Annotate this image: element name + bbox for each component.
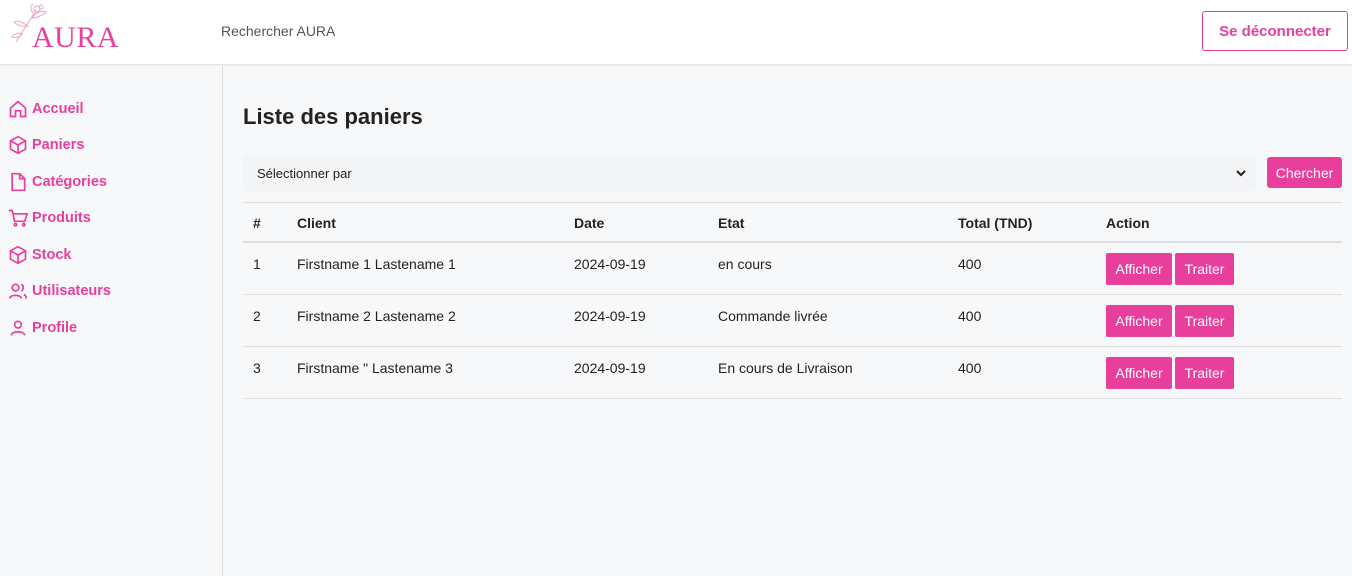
table-header: # Client Date Etat Total (TND) Action: [243, 202, 1342, 243]
file-icon: [11, 172, 26, 192]
filter-select[interactable]: Sélectionner par: [243, 155, 1256, 191]
users-icon: [8, 283, 28, 299]
sidebar-item-label: Stock: [32, 247, 72, 263]
cart-icon: [8, 209, 28, 227]
cell-date: 2024-09-19: [574, 360, 646, 376]
sidebar-item-produits[interactable]: Produits: [8, 206, 91, 230]
table-row: 3 Firstname " Lastename 3 2024-09-19 En …: [243, 347, 1342, 399]
process-button[interactable]: Traiter: [1175, 305, 1234, 337]
column-header-date: Date: [574, 215, 605, 231]
sidebar-item-label: Paniers: [32, 137, 85, 153]
sidebar-item-label: Produits: [32, 210, 91, 226]
carts-table: # Client Date Etat Total (TND) Action 1 …: [243, 202, 1342, 399]
sidebar-item-label: Catégories: [32, 174, 107, 190]
column-header-client: Client: [297, 215, 336, 231]
cell-total: 400: [958, 256, 982, 272]
box-icon: [9, 135, 27, 155]
cell-date: 2024-09-19: [574, 256, 646, 272]
cell-client: Firstname 2 Lastename 2: [297, 308, 456, 324]
process-button[interactable]: Traiter: [1175, 253, 1234, 285]
table-row: 2 Firstname 2 Lastename 2 2024-09-19 Com…: [243, 295, 1342, 347]
search-button[interactable]: Chercher: [1267, 157, 1342, 188]
column-header-num: #: [253, 215, 261, 231]
sidebar-item-categories[interactable]: Catégories: [8, 170, 107, 194]
box-icon: [9, 245, 27, 265]
sidebar-item-stock[interactable]: Stock: [8, 243, 72, 267]
view-button[interactable]: Afficher: [1106, 357, 1172, 389]
cell-etat: en cours: [718, 256, 772, 272]
cell-num: 3: [253, 360, 261, 376]
logout-button[interactable]: Se déconnecter: [1202, 11, 1348, 51]
sidebar-item-utilisateurs[interactable]: Utilisateurs: [8, 279, 111, 303]
sidebar-item-label: Accueil: [32, 101, 84, 117]
page-title: Liste des paniers: [243, 104, 423, 129]
cell-etat: En cours de Livraison: [718, 360, 853, 376]
sidebar-item-accueil[interactable]: Accueil: [8, 97, 84, 121]
filter-select-value: Sélectionner par: [257, 166, 352, 181]
column-header-etat: Etat: [718, 215, 745, 231]
cell-num: 1: [253, 256, 261, 272]
cell-client: Firstname " Lastename 3: [297, 360, 453, 376]
view-button[interactable]: Afficher: [1106, 305, 1172, 337]
chevron-down-icon: [1236, 170, 1246, 177]
home-icon: [9, 100, 27, 118]
sidebar: Accueil Paniers Catégories Produits Stoc…: [0, 66, 223, 576]
cell-num: 2: [253, 308, 261, 324]
cell-etat: Commande livrée: [718, 308, 828, 324]
column-header-total: Total (TND): [958, 215, 1033, 231]
logo-text: AURA: [32, 21, 120, 54]
user-icon: [10, 320, 26, 336]
cell-total: 400: [958, 308, 982, 324]
process-button[interactable]: Traiter: [1175, 357, 1234, 389]
sidebar-item-profile[interactable]: Profile: [8, 316, 77, 340]
table-row: 1 Firstname 1 Lastename 1 2024-09-19 en …: [243, 243, 1342, 295]
cell-total: 400: [958, 360, 982, 376]
logo[interactable]: AURA: [8, 2, 128, 58]
sidebar-item-paniers[interactable]: Paniers: [8, 133, 84, 157]
column-header-action: Action: [1106, 215, 1150, 231]
cell-date: 2024-09-19: [574, 308, 646, 324]
cell-client: Firstname 1 Lastename 1: [297, 256, 456, 272]
sidebar-item-label: Utilisateurs: [32, 283, 111, 299]
search-input[interactable]: Rechercher AURA: [221, 23, 335, 39]
sidebar-item-label: Profile: [32, 320, 78, 336]
view-button[interactable]: Afficher: [1106, 253, 1172, 285]
top-bar: AURA Rechercher AURA Se déconnecter: [0, 0, 1352, 65]
